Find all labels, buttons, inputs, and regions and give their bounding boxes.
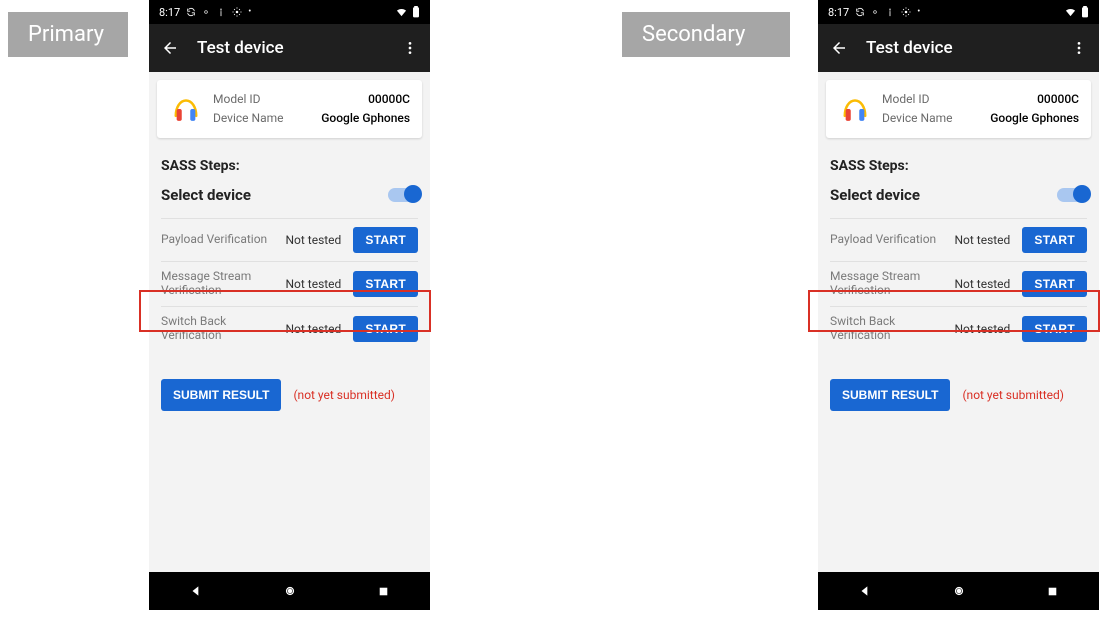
status-antenna-icon bbox=[885, 7, 895, 17]
test-name: Message Stream Verification bbox=[830, 270, 948, 298]
select-device-toggle[interactable] bbox=[388, 188, 418, 202]
sass-steps-heading: SASS Steps: bbox=[161, 158, 418, 174]
device-name-label: Device Name bbox=[213, 109, 284, 128]
nav-back-icon[interactable] bbox=[189, 584, 203, 598]
status-gear-icon bbox=[901, 7, 911, 17]
model-id-label: Model ID bbox=[213, 90, 260, 109]
status-antenna-icon bbox=[216, 7, 226, 17]
headphones-icon bbox=[169, 92, 203, 126]
start-button[interactable]: START bbox=[353, 227, 418, 253]
app-bar: Test device bbox=[818, 24, 1099, 72]
sass-steps-heading: SASS Steps: bbox=[830, 158, 1087, 174]
submit-status-text: (not yet submitted) bbox=[293, 388, 395, 402]
status-dot-icon bbox=[202, 8, 210, 16]
back-icon[interactable] bbox=[830, 39, 848, 57]
back-icon[interactable] bbox=[161, 39, 179, 57]
status-sync-icon bbox=[855, 7, 865, 17]
select-device-label: Select device bbox=[161, 186, 251, 204]
wifi-icon bbox=[1064, 7, 1077, 18]
test-status: Not tested bbox=[285, 277, 347, 291]
page-title: Test device bbox=[866, 38, 953, 58]
device-card: Model ID 00000C Device Name Google Gphon… bbox=[826, 80, 1091, 138]
test-name: Payload Verification bbox=[161, 233, 279, 247]
status-time: 8:17 bbox=[828, 6, 849, 19]
overflow-menu-icon[interactable] bbox=[1071, 40, 1087, 56]
nav-home-icon[interactable] bbox=[952, 584, 966, 598]
test-row-switch-back: Switch Back Verification Not tested STAR… bbox=[161, 306, 418, 351]
device-card: Model ID 00000C Device Name Google Gphon… bbox=[157, 80, 422, 138]
start-button[interactable]: START bbox=[1022, 316, 1087, 342]
status-sync-icon bbox=[186, 7, 196, 17]
test-status: Not tested bbox=[285, 233, 347, 247]
status-time: 8:17 bbox=[159, 6, 180, 19]
submit-status-text: (not yet submitted) bbox=[962, 388, 1064, 402]
status-dot-icon bbox=[871, 8, 879, 16]
test-row-payload: Payload Verification Not tested START bbox=[830, 218, 1087, 261]
headphones-icon bbox=[838, 92, 872, 126]
device-name-value: Google Gphones bbox=[321, 109, 410, 128]
nav-back-icon[interactable] bbox=[858, 584, 872, 598]
start-button[interactable]: START bbox=[353, 271, 418, 297]
battery-icon bbox=[412, 6, 420, 18]
nav-home-icon[interactable] bbox=[283, 584, 297, 598]
start-button[interactable]: START bbox=[353, 316, 418, 342]
wifi-icon bbox=[395, 7, 408, 18]
status-gear-icon bbox=[232, 7, 242, 17]
test-name: Switch Back Verification bbox=[830, 315, 948, 343]
overflow-menu-icon[interactable] bbox=[402, 40, 418, 56]
test-row-message-stream: Message Stream Verification Not tested S… bbox=[830, 261, 1087, 306]
select-device-label: Select device bbox=[830, 186, 920, 204]
model-id-label: Model ID bbox=[882, 90, 929, 109]
nav-bar bbox=[818, 572, 1099, 610]
submit-result-button[interactable]: SUBMIT RESULT bbox=[161, 379, 281, 411]
test-row-switch-back: Switch Back Verification Not tested STAR… bbox=[830, 306, 1087, 351]
nav-recents-icon[interactable] bbox=[377, 585, 390, 598]
secondary-label: Secondary bbox=[622, 12, 790, 57]
model-id-value: 00000C bbox=[368, 90, 410, 109]
status-bar: 8:17 • bbox=[149, 0, 430, 24]
app-bar: Test device bbox=[149, 24, 430, 72]
model-id-value: 00000C bbox=[1037, 90, 1079, 109]
start-button[interactable]: START bbox=[1022, 271, 1087, 297]
test-name: Message Stream Verification bbox=[161, 270, 279, 298]
device-name-label: Device Name bbox=[882, 109, 953, 128]
test-status: Not tested bbox=[285, 322, 347, 336]
nav-recents-icon[interactable] bbox=[1046, 585, 1059, 598]
test-status: Not tested bbox=[954, 322, 1016, 336]
test-row-message-stream: Message Stream Verification Not tested S… bbox=[161, 261, 418, 306]
battery-icon bbox=[1081, 6, 1089, 18]
page-title: Test device bbox=[197, 38, 284, 58]
submit-result-button[interactable]: SUBMIT RESULT bbox=[830, 379, 950, 411]
status-more-icon: • bbox=[917, 7, 920, 17]
device-name-value: Google Gphones bbox=[990, 109, 1079, 128]
test-name: Payload Verification bbox=[830, 233, 948, 247]
select-device-toggle[interactable] bbox=[1057, 188, 1087, 202]
status-bar: 8:17 • bbox=[818, 0, 1099, 24]
status-more-icon: • bbox=[248, 7, 251, 17]
test-status: Not tested bbox=[954, 233, 1016, 247]
test-status: Not tested bbox=[954, 277, 1016, 291]
test-name: Switch Back Verification bbox=[161, 315, 279, 343]
test-row-payload: Payload Verification Not tested START bbox=[161, 218, 418, 261]
nav-bar bbox=[149, 572, 430, 610]
start-button[interactable]: START bbox=[1022, 227, 1087, 253]
primary-label: Primary bbox=[8, 12, 128, 57]
